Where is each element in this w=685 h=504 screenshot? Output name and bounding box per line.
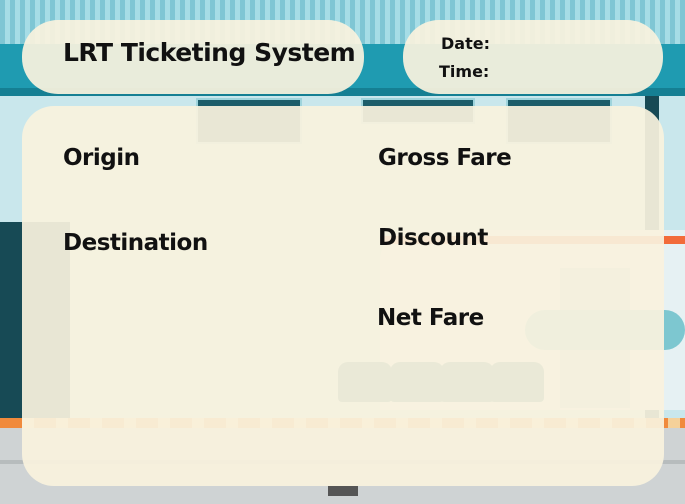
date-label: Date:: [441, 34, 490, 53]
gross-fare-label: Gross Fare: [378, 145, 512, 171]
floor-marker: [328, 486, 358, 496]
app-title: LRT Ticketing System: [63, 38, 356, 67]
time-label: Time:: [439, 62, 490, 81]
destination-label: Destination: [63, 230, 208, 256]
net-fare-label: Net Fare: [377, 305, 484, 331]
title-panel: LRT Ticketing System: [22, 20, 364, 94]
datetime-panel: Date: Time:: [403, 20, 663, 94]
origin-label: Origin: [63, 145, 140, 171]
ticket-form-panel: Origin Destination Gross Fare Discount N…: [22, 106, 664, 486]
discount-label: Discount: [378, 225, 488, 251]
